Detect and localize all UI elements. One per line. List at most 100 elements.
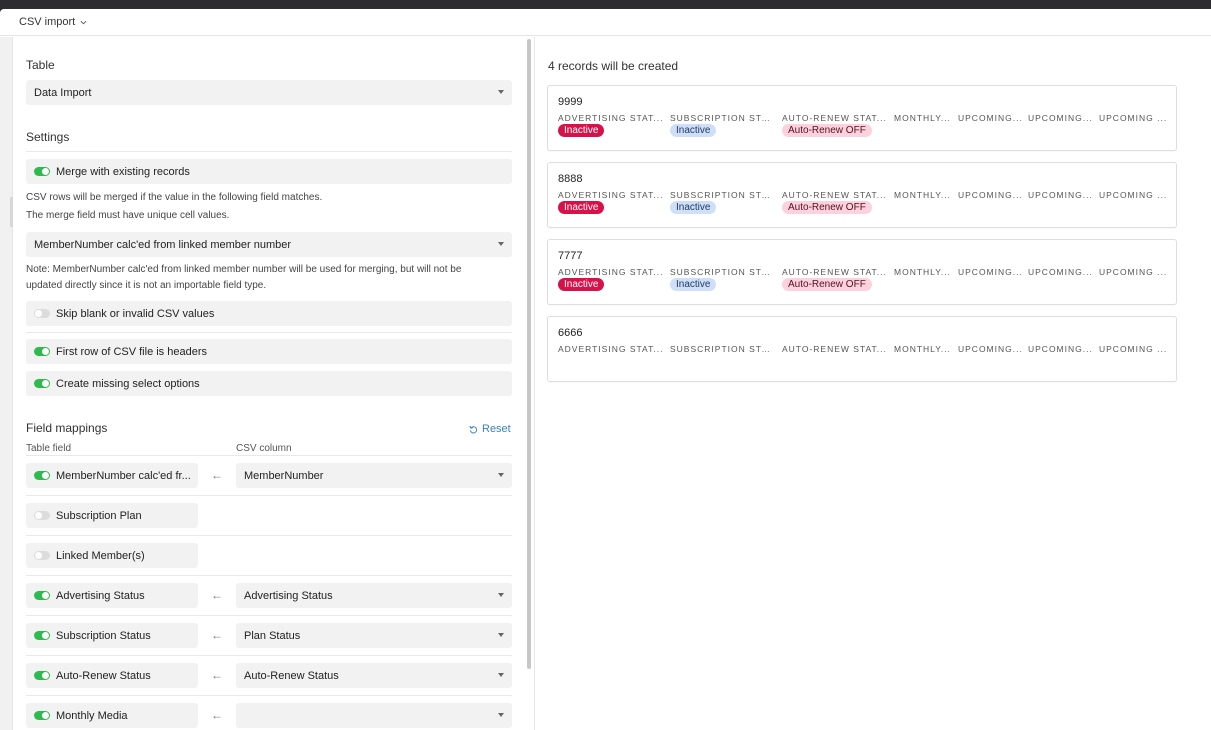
- record-column-header: UPCOMING...: [1028, 190, 1093, 200]
- csv-column-select[interactable]: MemberNumber: [236, 463, 512, 488]
- divider: [26, 495, 512, 496]
- record-column-header: UPCOMING ...: [1099, 190, 1168, 200]
- mapping-toggle[interactable]: [34, 711, 50, 720]
- autorenew-status-pill: Auto-Renew OFF: [782, 201, 872, 214]
- record-column-header: UPCOMING ...: [1099, 344, 1168, 354]
- field-mappings-title: Field mappings: [26, 421, 108, 435]
- mapping-toggle[interactable]: [34, 511, 50, 520]
- record-column-header: ADVERTISING STAT...: [558, 190, 664, 200]
- record-column-header: SUBSCRIPTION STA...: [670, 190, 776, 200]
- record-column-header: UPCOMING...: [1028, 344, 1093, 354]
- preview-title: 4 records will be created: [548, 59, 679, 73]
- autorenew-status-pill: Auto-Renew OFF: [782, 278, 872, 291]
- table-field-header: Table field: [26, 443, 72, 454]
- csv-column-select[interactable]: [236, 703, 512, 728]
- merge-toggle[interactable]: [34, 167, 50, 176]
- record-card[interactable]: 8888 ADVERTISING STAT... SUBSCRIPTION STA.…: [547, 162, 1177, 228]
- record-column-header: AUTO-RENEW STAT...: [782, 267, 887, 277]
- caret-down-icon: [498, 593, 504, 597]
- record-column-header: ADVERTISING STAT...: [558, 113, 664, 123]
- record-column-header: SUBSCRIPTION STA...: [670, 113, 776, 123]
- record-column-header: UPCOMING...: [958, 267, 1023, 277]
- mapping-toggle[interactable]: [34, 551, 50, 560]
- scrollbar[interactable]: [527, 39, 531, 669]
- record-column-header: UPCOMING...: [1028, 113, 1093, 123]
- caret-down-icon: [498, 473, 504, 477]
- mapping-toggle[interactable]: [34, 671, 50, 680]
- merge-toggle-row[interactable]: Merge with existing records: [26, 159, 512, 184]
- background-pane-edge: [0, 37, 13, 730]
- caret-down-icon: [498, 673, 504, 677]
- csv-column-select[interactable]: Advertising Status: [236, 583, 512, 608]
- subscription-status-pill: Inactive: [670, 124, 717, 137]
- table-section-title: Table: [26, 58, 55, 72]
- chevron-down-icon[interactable]: [80, 19, 87, 26]
- mapping-toggle[interactable]: [34, 631, 50, 640]
- arrow-left-icon: ←: [211, 588, 223, 602]
- record-card[interactable]: 7777 ADVERTISING STAT... SUBSCRIPTION STA.…: [547, 239, 1177, 305]
- divider: [26, 695, 512, 696]
- field-note-1: Note: MemberNumber calc'ed from linked m…: [26, 264, 462, 275]
- mapping-toggle[interactable]: [34, 591, 50, 600]
- settings-section-title: Settings: [26, 130, 70, 144]
- mapping-field[interactable]: MemberNumber calc'ed fr...: [26, 463, 198, 488]
- csv-column-value: Plan Status: [244, 629, 301, 642]
- field-note-2: updated directly since it is not an impo…: [26, 280, 267, 291]
- arrow-left-icon: ←: [211, 668, 223, 682]
- record-column-header: UPCOMING...: [958, 113, 1023, 123]
- record-column-header: ADVERTISING STAT...: [558, 344, 664, 354]
- reset-label: Reset: [482, 423, 511, 435]
- merge-field-select[interactable]: MemberNumber calc'ed from linked member …: [26, 232, 512, 257]
- caret-down-icon: [498, 90, 504, 94]
- record-column-header: SUBSCRIPTION STA...: [670, 267, 776, 277]
- caret-down-icon: [498, 242, 504, 246]
- csv-column-select[interactable]: Plan Status: [236, 623, 512, 648]
- table-select[interactable]: Data Import: [26, 80, 512, 105]
- record-column-header: UPCOMING ...: [1099, 267, 1168, 277]
- skip-blank-label: Skip blank or invalid CSV values: [56, 307, 215, 320]
- create-options-toggle-row[interactable]: Create missing select options: [26, 371, 512, 396]
- mapping-toggle[interactable]: [34, 471, 50, 480]
- mapping-field[interactable]: Subscription Status: [26, 623, 198, 648]
- caret-down-icon: [498, 633, 504, 637]
- title-bar[interactable]: CSV import: [0, 9, 1211, 36]
- record-card[interactable]: 6666 ADVERTISING STAT... SUBSCRIPTION STA.…: [547, 316, 1177, 382]
- advertising-status-pill: Inactive: [558, 201, 605, 214]
- dialog-title[interactable]: CSV import: [19, 16, 75, 28]
- skip-blank-toggle-row[interactable]: Skip blank or invalid CSV values: [26, 301, 512, 326]
- record-column-header: UPCOMING ...: [1099, 113, 1168, 123]
- record-id: 9999: [558, 96, 583, 108]
- mapping-field[interactable]: Linked Member(s): [26, 543, 198, 568]
- record-column-header: MONTHLY...: [894, 344, 951, 354]
- autorenew-status-pill: Auto-Renew OFF: [782, 124, 872, 137]
- csv-column-value: Advertising Status: [244, 589, 333, 602]
- subscription-status-pill: Inactive: [670, 201, 717, 214]
- mapping-field-label: Auto-Renew Status: [56, 669, 151, 682]
- divider: [26, 332, 512, 333]
- divider: [26, 151, 512, 152]
- csv-column-select[interactable]: Auto-Renew Status: [236, 663, 512, 688]
- divider: [26, 655, 512, 656]
- arrow-left-icon: ←: [211, 468, 223, 482]
- record-column-header: AUTO-RENEW STAT...: [782, 113, 887, 123]
- record-column-header: UPCOMING...: [958, 344, 1023, 354]
- skip-blank-toggle[interactable]: [34, 309, 50, 318]
- divider: [26, 575, 512, 576]
- mapping-field[interactable]: Advertising Status: [26, 583, 198, 608]
- divider: [26, 455, 512, 456]
- record-column-header: MONTHLY...: [894, 267, 951, 277]
- record-card[interactable]: 9999 ADVERTISING STAT... SUBSCRIPTION STA.…: [547, 85, 1177, 151]
- record-column-header: ADVERTISING STAT...: [558, 267, 664, 277]
- mapping-field[interactable]: Subscription Plan: [26, 503, 198, 528]
- create-options-toggle[interactable]: [34, 379, 50, 388]
- reset-button[interactable]: Reset: [469, 423, 511, 435]
- mapping-field[interactable]: Auto-Renew Status: [26, 663, 198, 688]
- headers-toggle-row[interactable]: First row of CSV file is headers: [26, 339, 512, 364]
- csv-column-value: MemberNumber: [244, 469, 324, 482]
- mapping-field[interactable]: Monthly Media: [26, 703, 198, 728]
- headers-toggle[interactable]: [34, 347, 50, 356]
- csv-column-header: CSV column: [236, 443, 292, 454]
- record-column-header: MONTHLY...: [894, 113, 951, 123]
- advertising-status-pill: Inactive: [558, 278, 605, 291]
- mapping-field-label: Advertising Status: [56, 589, 145, 602]
